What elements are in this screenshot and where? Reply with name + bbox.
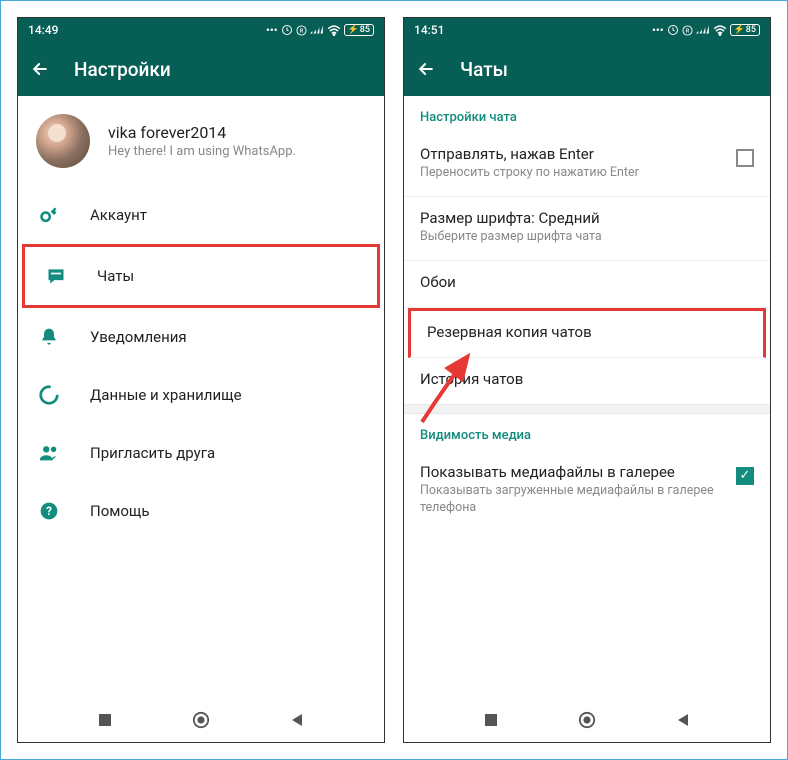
menu-item-data[interactable]: Данные и хранилище [18, 366, 384, 424]
back-icon[interactable] [30, 59, 50, 79]
nav-back-icon[interactable] [288, 711, 306, 729]
menu-label: Помощь [90, 502, 150, 520]
nav-back-icon[interactable] [674, 711, 692, 729]
page-title: Настройки [74, 58, 171, 81]
page-title: Чаты [460, 58, 508, 81]
key-icon [38, 204, 60, 226]
nav-home-icon[interactable] [192, 711, 210, 729]
setting-title: Обои [420, 273, 456, 291]
avatar [36, 114, 90, 168]
menu-item-help[interactable]: ? Помощь [18, 482, 384, 540]
menu-label: Уведомления [90, 328, 187, 346]
setting-title: История чатов [420, 370, 523, 388]
status-icons: ••• R ⚡85 [652, 24, 760, 37]
setting-title: Резервная копия чатов [427, 323, 592, 341]
svg-text:R: R [685, 28, 689, 34]
android-nav-bar [404, 698, 770, 742]
menu-item-account[interactable]: Аккаунт [18, 186, 384, 244]
menu-label: Пригласить друга [90, 444, 215, 462]
setting-title: Показывать медиафайлы в галерее [420, 463, 724, 481]
chat-icon [45, 265, 67, 287]
nav-home-icon[interactable] [578, 711, 596, 729]
section-media-visibility: Видимость медиа [404, 414, 770, 451]
profile-name: vika forever2014 [108, 123, 296, 142]
setting-subtitle: Показывать загруженные медиафайлы в гале… [420, 483, 724, 517]
setting-backup[interactable]: Резервная копия чатов [408, 308, 766, 358]
header-bar: Чаты [404, 42, 770, 96]
setting-media-visibility[interactable]: Показывать медиафайлы в галерее Показыва… [404, 451, 770, 531]
checkbox-checked[interactable]: ✓ [736, 467, 754, 485]
section-chat-settings: Настройки чата [404, 96, 770, 133]
setting-subtitle: Переносить строку по нажатию Enter [420, 165, 639, 182]
chats-settings-content: Настройки чата Отправлять, нажав Enter П… [404, 96, 770, 698]
help-icon: ? [38, 500, 60, 522]
setting-enter-send[interactable]: Отправлять, нажав Enter Переносить строк… [404, 133, 770, 197]
profile-row[interactable]: vika forever2014 Hey there! I am using W… [18, 96, 384, 186]
menu-label: Аккаунт [90, 206, 147, 224]
data-usage-icon [38, 384, 60, 406]
menu-item-notifications[interactable]: Уведомления [18, 308, 384, 366]
status-bar: 14:49 ••• R ⚡85 [18, 18, 384, 42]
menu-label: Данные и хранилище [90, 386, 242, 404]
menu-item-invite[interactable]: Пригласить друга [18, 424, 384, 482]
setting-wallpaper[interactable]: Обои [404, 261, 770, 308]
setting-title: Размер шрифта: Средний [420, 209, 602, 227]
phone-settings: 14:49 ••• R ⚡85 Настройки vika forever20… [17, 17, 385, 743]
section-divider [404, 404, 770, 414]
menu-label: Чаты [97, 267, 134, 285]
nav-recent-icon[interactable] [96, 711, 114, 729]
setting-subtitle: Выберите размер шрифта чата [420, 229, 602, 246]
setting-title: Отправлять, нажав Enter [420, 145, 639, 163]
svg-text:R: R [299, 28, 303, 34]
nav-recent-icon[interactable] [482, 711, 500, 729]
phone-chats: 14:51 ••• R ⚡85 Чаты Настройки чата Отпр… [403, 17, 771, 743]
svg-text:?: ? [46, 504, 52, 518]
status-time: 14:51 [414, 23, 444, 37]
people-icon [38, 442, 60, 464]
profile-status: Hey there! I am using WhatsApp. [108, 144, 296, 159]
status-icons: ••• R ⚡85 [266, 24, 374, 37]
checkbox-unchecked[interactable] [736, 149, 754, 167]
android-nav-bar [18, 698, 384, 742]
header-bar: Настройки [18, 42, 384, 96]
status-time: 14:49 [28, 23, 58, 37]
bell-icon [38, 326, 60, 348]
setting-font-size[interactable]: Размер шрифта: Средний Выберите размер ш… [404, 197, 770, 261]
back-icon[interactable] [416, 59, 436, 79]
menu-item-chats[interactable]: Чаты [22, 244, 380, 308]
setting-history[interactable]: История чатов [404, 358, 770, 404]
status-bar: 14:51 ••• R ⚡85 [404, 18, 770, 42]
settings-content: vika forever2014 Hey there! I am using W… [18, 96, 384, 698]
